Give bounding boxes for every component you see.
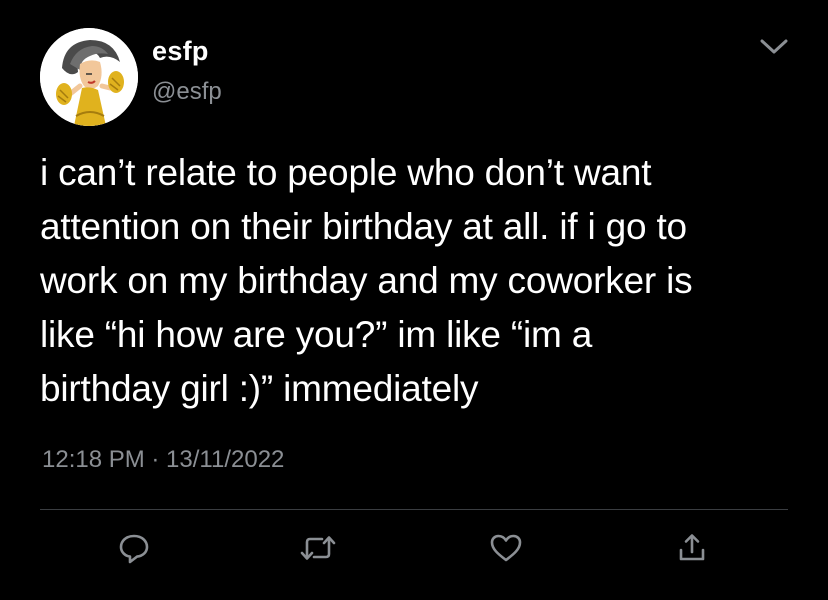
heart-icon (488, 530, 524, 571)
tweet-text: i can’t relate to people who don’t want … (40, 152, 693, 409)
share-icon (674, 530, 710, 571)
divider (40, 509, 788, 510)
avatar[interactable] (40, 28, 138, 126)
share-button[interactable] (670, 528, 714, 572)
retweet-icon (298, 530, 338, 571)
display-name[interactable]: esfp (152, 36, 209, 67)
reply-icon (116, 530, 152, 571)
tweet-card: esfp @esfp i can’t relate to people who … (0, 0, 828, 600)
like-button[interactable] (484, 528, 528, 572)
reply-button[interactable] (112, 528, 156, 572)
avatar-image (40, 28, 138, 126)
chevron-down-icon[interactable] (756, 34, 792, 58)
user-handle[interactable]: @esfp (152, 78, 222, 106)
tweet-timestamp[interactable]: 12:18 PM · 13/11/2022 (42, 446, 284, 474)
tweet-actions (0, 528, 828, 576)
retweet-button[interactable] (296, 528, 340, 572)
